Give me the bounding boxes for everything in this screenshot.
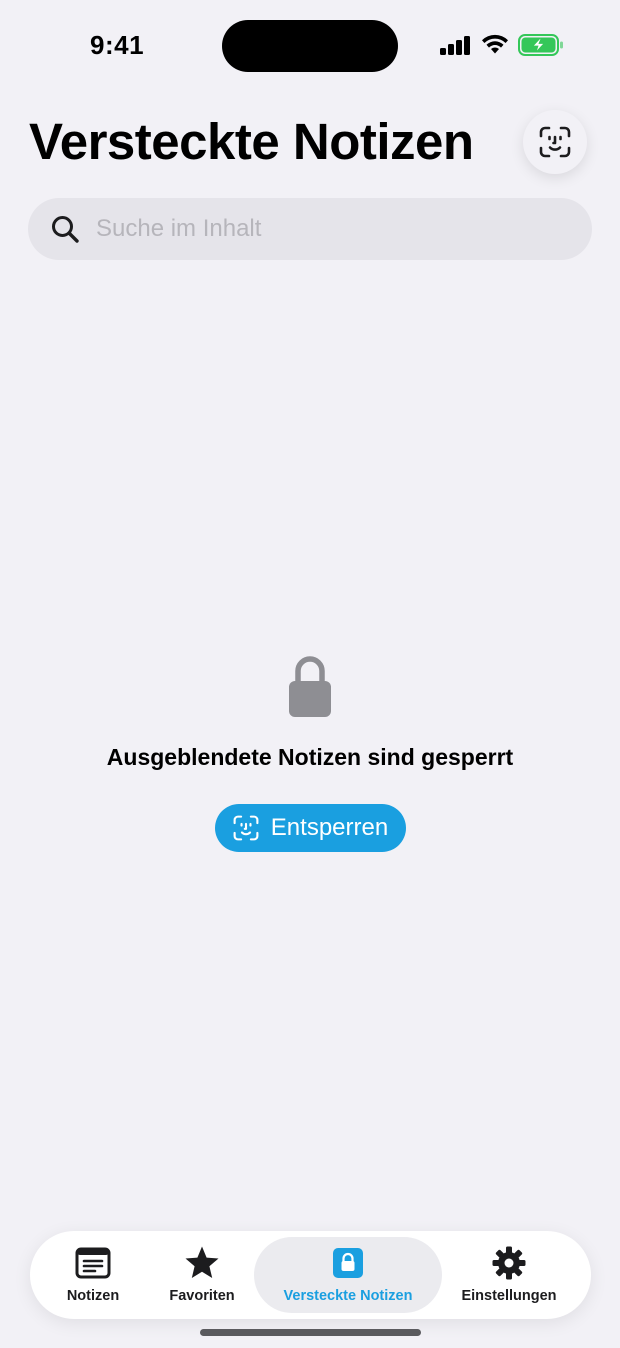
faceid-icon xyxy=(233,815,259,841)
unlock-button[interactable]: Entsperren xyxy=(215,804,406,852)
screen: 9:41 Versteckte Notizen Suche im Inhalt … xyxy=(0,0,620,1348)
tab-label: Versteckte Notizen xyxy=(283,1288,413,1304)
search-icon xyxy=(52,216,79,243)
tab-favoriten[interactable]: Favoriten xyxy=(148,1231,256,1319)
faceid-button[interactable] xyxy=(523,110,587,174)
search-bar[interactable] xyxy=(28,198,592,260)
tab-label: Favoriten xyxy=(169,1288,235,1304)
tab-versteckte-notizen[interactable]: Versteckte Notizen xyxy=(254,1231,442,1319)
locked-message: Ausgeblendete Notizen sind gesperrt xyxy=(106,744,514,770)
tab-label: Notizen xyxy=(66,1288,120,1304)
wifi-icon xyxy=(482,34,508,54)
tab-einstellungen[interactable]: Einstellungen xyxy=(448,1231,570,1319)
home-indicator[interactable] xyxy=(200,1329,421,1336)
lock-icon xyxy=(289,656,331,717)
tab-notizen[interactable]: Notizen xyxy=(30,1231,156,1319)
unlock-button-label: Entsperren xyxy=(270,814,389,841)
star-icon xyxy=(185,1246,219,1278)
faceid-icon xyxy=(539,126,571,158)
battery-charging-icon xyxy=(518,34,563,56)
lock-icon xyxy=(333,1248,363,1278)
gear-icon xyxy=(492,1246,526,1280)
search-input[interactable] xyxy=(96,215,536,243)
tab-label: Einstellungen xyxy=(461,1288,557,1304)
note-list-icon xyxy=(75,1247,111,1279)
page-title: Versteckte Notizen xyxy=(29,113,474,170)
cellular-signal-icon xyxy=(440,35,472,55)
status-time: 9:41 xyxy=(90,30,145,60)
dynamic-island xyxy=(222,20,398,72)
tab-bar: Notizen Favoriten Versteckte Notizen Ein… xyxy=(30,1231,591,1319)
